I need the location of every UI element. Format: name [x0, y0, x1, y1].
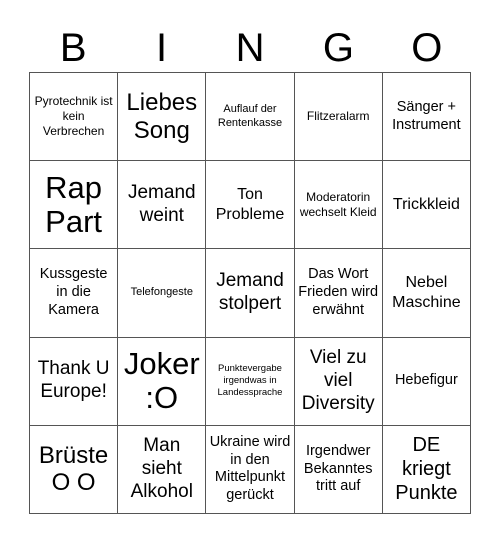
- cell-text: Hebefigur: [394, 372, 458, 389]
- cell-text: Irgendwer Bekanntes tritt auf: [303, 442, 373, 495]
- bingo-cell[interactable]: Irgendwer Bekanntes tritt auf: [294, 425, 383, 514]
- bingo-cell[interactable]: Ukraine wird in den Mittelpunkt gerückt: [206, 425, 295, 514]
- cell-text: Moderatorin wechselt Kleid: [299, 189, 377, 219]
- cell-text: Ukraine wird in den Mittelpunkt gerückt: [209, 434, 291, 504]
- header-letter-g: G: [322, 26, 354, 70]
- cell-text: Thank U Europe!: [37, 358, 110, 403]
- bingo-cell[interactable]: Hebefigur: [382, 337, 471, 426]
- cell-text: Das Wort Frieden wird erwähnt: [298, 266, 379, 318]
- bingo-cell[interactable]: Jemand stolpert: [206, 249, 295, 338]
- bingo-cell[interactable]: Telefongeste: [118, 249, 207, 338]
- cell-text: Jemand weint: [127, 181, 196, 226]
- bingo-cell[interactable]: Brüste O O: [30, 425, 119, 514]
- bingo-cell[interactable]: Liebes Song: [118, 73, 207, 162]
- cell-text: Joker :O: [123, 346, 200, 416]
- bingo-cell[interactable]: Sänger + Instrument: [382, 73, 471, 162]
- cell-text: Telefongeste: [130, 286, 193, 299]
- bingo-cell[interactable]: Flitzeralarm: [294, 73, 383, 162]
- cell-text: Brüste O O: [38, 441, 109, 497]
- bingo-cell[interactable]: Nebel Maschine: [382, 249, 471, 338]
- bingo-cell[interactable]: Rap Part: [30, 161, 119, 250]
- bingo-header: B I N G O: [29, 24, 471, 72]
- cell-text: Flitzeralarm: [306, 109, 370, 124]
- bingo-cell[interactable]: Punktevergabe irgendwas in Landessprache: [206, 337, 295, 426]
- cell-text: Nebel Maschine: [392, 274, 461, 311]
- header-letter-o: O: [411, 26, 443, 70]
- cell-text: Pyrotechnik ist kein Verbrechen: [34, 94, 113, 139]
- cell-text: Viel zu viel Diversity: [301, 347, 375, 414]
- cell-text: Ton Probleme: [215, 186, 285, 223]
- bingo-cell[interactable]: Jemand weint: [118, 161, 207, 250]
- bingo-cell[interactable]: Viel zu viel Diversity: [294, 337, 383, 426]
- cell-text: Man sieht Alkohol: [130, 435, 193, 502]
- bingo-cell[interactable]: Thank U Europe!: [30, 337, 119, 426]
- header-letter-i: I: [156, 26, 168, 70]
- bingo-grid: Pyrotechnik ist kein Verbrechen Liebes S…: [29, 72, 471, 514]
- bingo-cell[interactable]: DE kriegt Punkte: [382, 425, 471, 514]
- bingo-cell[interactable]: Kussgeste in die Kamera: [30, 249, 119, 338]
- cell-text: Punktevergabe irgendwas in Landessprache: [217, 363, 283, 399]
- bingo-cell[interactable]: Pyrotechnik ist kein Verbrechen: [30, 73, 119, 162]
- cell-text: Jemand stolpert: [216, 270, 284, 314]
- bingo-cell[interactable]: Ton Probleme: [206, 161, 295, 250]
- cell-text: Rap Part: [45, 169, 103, 239]
- cell-text: Sänger + Instrument: [392, 98, 461, 133]
- header-letter-b: B: [59, 26, 87, 70]
- cell-text: DE kriegt Punkte: [395, 434, 458, 505]
- bingo-cell[interactable]: Auflauf der Rentenkasse: [206, 73, 295, 162]
- bingo-cell[interactable]: Man sieht Alkohol: [118, 425, 207, 514]
- bingo-cell[interactable]: Moderatorin wechselt Kleid: [294, 161, 383, 250]
- bingo-cell[interactable]: Das Wort Frieden wird erwähnt: [294, 249, 383, 338]
- cell-text: Liebes Song: [126, 89, 198, 144]
- bingo-cell[interactable]: Joker :O: [118, 337, 207, 426]
- cell-text: Kussgeste in die Kamera: [39, 266, 108, 318]
- cell-text: Trickkleid: [392, 196, 460, 214]
- header-letter-n: N: [235, 26, 265, 70]
- cell-text: Auflauf der Rentenkasse: [217, 102, 283, 129]
- bingo-cell[interactable]: Trickkleid: [382, 161, 471, 250]
